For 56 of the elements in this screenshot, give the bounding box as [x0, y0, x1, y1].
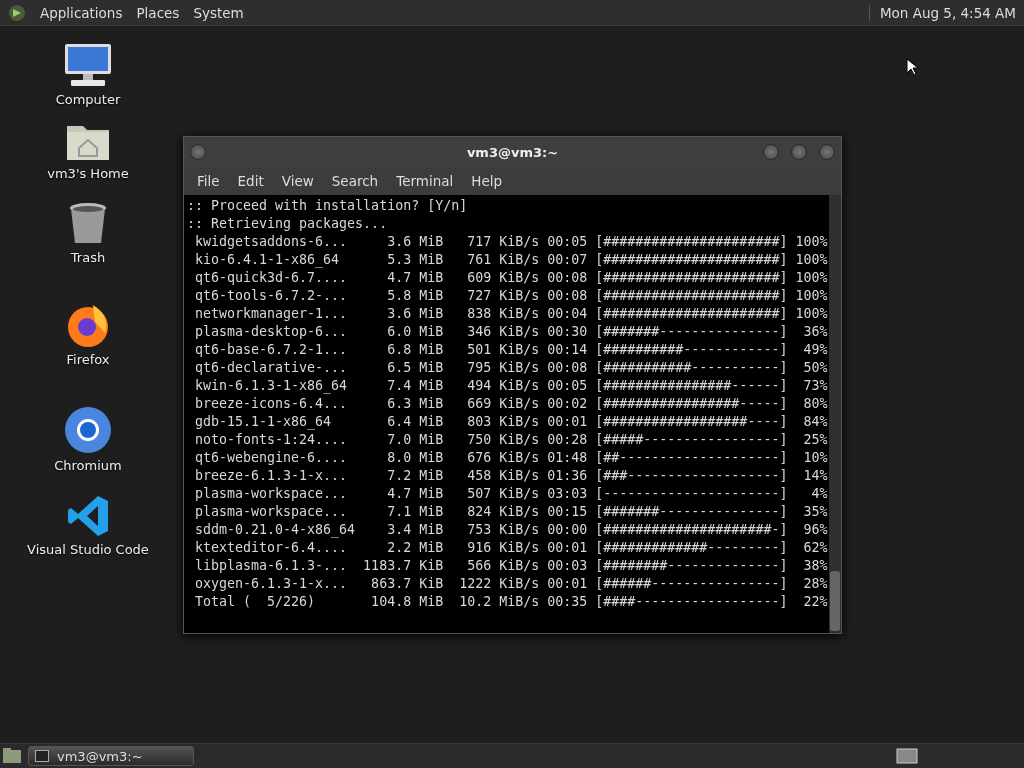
distro-logo-icon[interactable]	[8, 3, 26, 22]
menu-item[interactable]: Edit	[228, 173, 273, 189]
desktop-icon-label[interactable]: Trash	[70, 250, 106, 265]
terminal-line: kwidgetsaddons-6... 3.6 MiB 717 KiB/s 00:05 [######################] 100%	[194, 233, 829, 251]
window-menu-button[interactable]	[190, 144, 206, 160]
show-desktop-icon[interactable]	[2, 747, 22, 765]
panel-menu[interactable]: Places	[136, 4, 180, 21]
terminal-line: kwin-6.1.3-1-x86_64 7.4 MiB 494 KiB/s 00:05 [################------] 73%	[194, 377, 829, 395]
workspace-switcher-icon[interactable]	[896, 748, 918, 764]
vscode-icon	[66, 494, 110, 538]
terminal-line: plasma-desktop-6... 6.0 MiB 346 KiB/s 00:30 [#######---------------] 36%	[194, 323, 829, 341]
taskbar-task[interactable]: vm3@vm3:~	[28, 746, 194, 766]
terminal-line: :: Proceed with installation? [Y/n]	[187, 197, 469, 215]
clock[interactable]: Mon Aug 5, 4:54 AM	[868, 4, 1016, 21]
terminal-line: qt6-base-6.7.2-1... 6.8 MiB 501 KiB/s 00:14 [##########------------] 49%	[194, 341, 829, 359]
panel-menu[interactable]: Applications	[40, 4, 123, 21]
terminal-line: plasma-workspace... 7.1 MiB 824 KiB/s 00:15 [#######---------------] 35%	[194, 503, 829, 521]
maximize-button[interactable]	[791, 144, 807, 160]
scrollbar[interactable]	[829, 195, 841, 633]
menu-item[interactable]: File	[188, 173, 229, 189]
desktop-icon-label[interactable]: Visual Studio Code	[27, 542, 149, 557]
mouse-pointer-icon	[906, 58, 918, 76]
firefox-icon	[65, 302, 111, 348]
desktop-icon-label[interactable]: Computer	[55, 92, 121, 107]
terminal-line: breeze-6.1.3-1-x... 7.2 MiB 458 KiB/s 01:36 [###-------------------] 14%	[194, 467, 829, 485]
terminal-line: gdb-15.1-1-x86_64 6.4 MiB 803 KiB/s 00:01 [##################----] 84%	[194, 413, 829, 431]
menu-item[interactable]: Help	[462, 173, 512, 189]
terminal-line: noto-fonts-1:24.... 7.0 MiB 750 KiB/s 00:28 [#####-----------------] 25%	[194, 431, 829, 449]
close-button[interactable]	[819, 144, 835, 160]
trash-icon	[68, 202, 108, 246]
chromium-icon	[64, 406, 112, 454]
desktop-icon-label[interactable]: vm3's Home	[47, 166, 129, 181]
terminal-line: qt6-declarative-... 6.5 MiB 795 KiB/s 00:08 [###########-----------] 50%	[194, 359, 829, 377]
terminal-line: Total ( 5/226) 104.8 MiB 10.2 MiB/s 00:35 [####------------------] 22%	[194, 593, 829, 611]
menu-item[interactable]: View	[272, 173, 323, 189]
panel-menu[interactable]: System	[193, 4, 244, 21]
terminal-icon	[35, 750, 49, 762]
terminal-line: libplasma-6.1.3-... 1183.7 KiB 566 KiB/s 00:03 [########--------------] 38%	[194, 557, 829, 575]
terminal-line: ktexteditor-6.4.... 2.2 MiB 916 KiB/s 00:01 [#############---------] 62%	[194, 539, 829, 557]
desktop-icon-label[interactable]: Firefox	[66, 352, 110, 367]
terminal-line: oxygen-6.1.3-1-x... 863.7 KiB 1222 KiB/s 00:01 [######----------------] 28%	[194, 575, 829, 593]
monitor-icon	[63, 42, 113, 88]
terminal-line: kio-6.4.1-1-x86_64 5.3 MiB 761 KiB/s 00:07 [######################] 100%	[194, 251, 829, 269]
desktop-icon-label[interactable]: Chromium	[54, 458, 122, 473]
menu-item[interactable]: Search	[322, 173, 388, 189]
terminal-line: qt6-quick3d-6.7.... 4.7 MiB 609 KiB/s 00:08 [######################] 100%	[194, 269, 829, 287]
terminal-line: :: Retrieving packages...	[187, 215, 389, 233]
terminal-line: networkmanager-1... 3.6 MiB 838 KiB/s 00:04 [######################] 100%	[194, 305, 829, 323]
terminal-line: sddm-0.21.0-4-x86_64 3.4 MiB 753 KiB/s 00:00 [#####################-] 96%	[194, 521, 829, 539]
window-title: vm3@vm3:~	[466, 144, 559, 160]
menu-item[interactable]: Terminal	[387, 173, 463, 189]
terminal-line: plasma-workspace... 4.7 MiB 507 KiB/s 03:03 [----------------------] 4%	[194, 485, 829, 503]
terminal-line: qt6-webengine-6.... 8.0 MiB 676 KiB/s 01:48 [##--------------------] 10%	[194, 449, 829, 467]
minimize-button[interactable]	[763, 144, 779, 160]
terminal-line: qt6-tools-6.7.2-... 5.8 MiB 727 KiB/s 00:08 [######################] 100%	[194, 287, 829, 305]
terminal-line: breeze-icons-6.4... 6.3 MiB 669 KiB/s 00:02 [#################-----] 80%	[194, 395, 829, 413]
